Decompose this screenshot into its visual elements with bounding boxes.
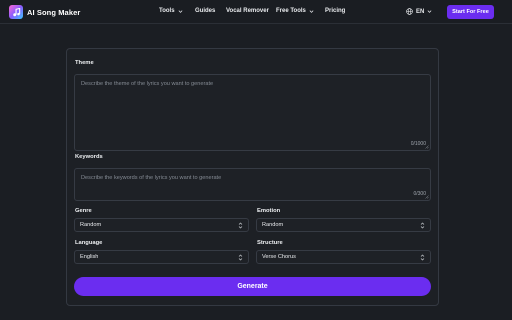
chevron-down-icon — [178, 9, 182, 13]
globe-icon — [406, 8, 413, 15]
main-menu: Tools Guides Vocal Remover Free Tools Pr… — [0, 8, 512, 18]
language-label: EN — [416, 8, 425, 15]
nav-vocal-remover[interactable]: Vocal Remover — [226, 8, 269, 14]
nav-guides-label: Guides — [195, 8, 216, 14]
genre-select[interactable]: Random — [74, 218, 249, 232]
updown-chevron-icon — [420, 222, 425, 229]
nav-guides[interactable]: Guides — [195, 8, 215, 14]
nav-vocal-remover-label: Vocal Remover — [226, 8, 269, 14]
genre-label: Genre — [75, 208, 92, 214]
structure-label: Structure — [257, 240, 283, 246]
structure-value: Verse Chorus — [262, 254, 296, 260]
emotion-value: Random — [262, 222, 284, 228]
nav-free-tools[interactable]: Free Tools — [276, 8, 314, 14]
theme-label: Theme — [75, 60, 94, 66]
keywords-placeholder: Describe the keywords of the lyrics you … — [81, 175, 222, 181]
emotion-select[interactable]: Random — [256, 218, 431, 232]
nav-pricing[interactable]: Pricing — [325, 8, 345, 14]
genre-value: Random — [80, 222, 102, 228]
updown-chevron-icon — [238, 254, 243, 261]
structure-select[interactable]: Verse Chorus — [256, 250, 431, 264]
theme-placeholder: Describe the theme of the lyrics you wan… — [81, 81, 214, 87]
language-select[interactable]: English — [74, 250, 249, 264]
generate-button[interactable]: Generate — [74, 277, 431, 296]
nav-free-tools-label: Free Tools — [276, 8, 306, 14]
chevron-down-icon — [427, 10, 432, 13]
resize-handle-icon[interactable] — [425, 145, 429, 149]
updown-chevron-icon — [420, 254, 425, 261]
emotion-label: Emotion — [257, 208, 281, 214]
language-switcher[interactable]: EN — [406, 8, 432, 15]
language-field-label: Language — [75, 240, 103, 246]
updown-chevron-icon — [238, 222, 243, 229]
chevron-down-icon — [309, 9, 314, 13]
nav-tools[interactable]: Tools — [159, 8, 183, 14]
theme-char-counter: 0/1000 — [410, 141, 426, 147]
keywords-label: Keywords — [75, 154, 103, 160]
theme-textarea[interactable]: Describe the theme of the lyrics you wan… — [74, 74, 431, 151]
language-value: English — [80, 254, 99, 260]
nav-pricing-label: Pricing — [325, 8, 346, 14]
top-navbar: AI Song Maker Tools Guides Vocal Remover… — [0, 0, 512, 24]
resize-handle-icon[interactable] — [425, 195, 429, 199]
nav-tools-label: Tools — [159, 8, 175, 14]
keywords-textarea[interactable]: Describe the keywords of the lyrics you … — [74, 168, 431, 201]
start-for-free-button[interactable]: Start For Free — [447, 5, 494, 19]
